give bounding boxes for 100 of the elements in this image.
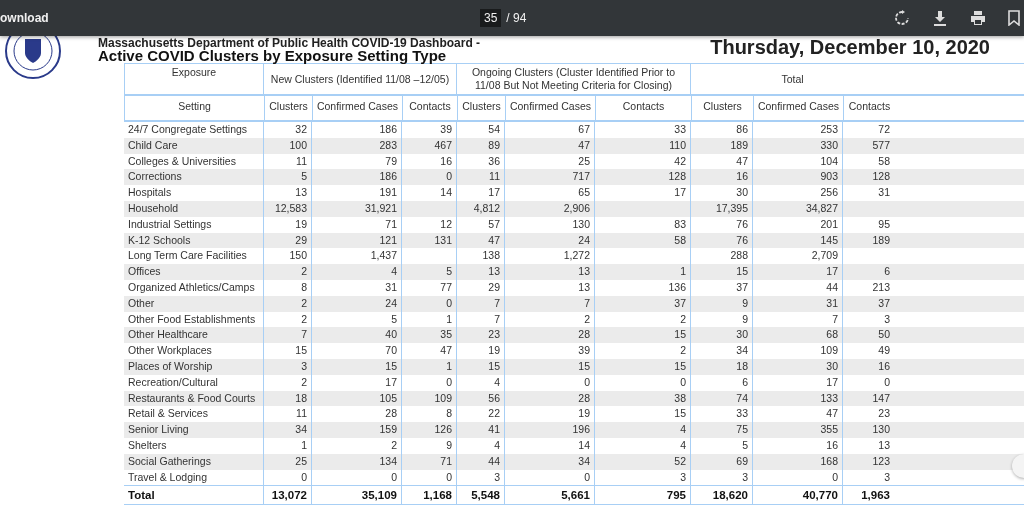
- table-cell: 31: [312, 279, 402, 296]
- table-cell: 83: [595, 216, 691, 233]
- download-icon[interactable]: [932, 10, 948, 26]
- table-cell: 15: [505, 358, 595, 375]
- table-cell: 9: [691, 295, 753, 312]
- bookmark-icon[interactable]: [1008, 10, 1020, 26]
- table-cell: 12,583: [264, 201, 312, 217]
- table-cell: 25: [264, 453, 312, 470]
- table-cell: 4: [457, 437, 505, 454]
- table-cell: 15: [595, 327, 691, 344]
- table-cell: 196: [505, 422, 595, 438]
- table-cell: 57: [457, 216, 505, 233]
- table-cell: 131: [402, 232, 457, 249]
- table-cell: 17: [753, 264, 843, 280]
- table-cell: 15: [595, 358, 691, 375]
- column-header: Clusters: [265, 96, 313, 120]
- table-cell: 9: [402, 437, 457, 454]
- table-cell: 32: [264, 122, 312, 138]
- total-cell: 18,620: [691, 486, 753, 505]
- table-cell: 47: [457, 232, 505, 249]
- table-cell: 7: [457, 295, 505, 312]
- table-cell: 1: [595, 264, 691, 280]
- table-cell: 71: [402, 453, 457, 470]
- table-cell: 109: [753, 343, 843, 359]
- table-cell-text: 3: [883, 469, 891, 485]
- table-cell: 110: [595, 137, 691, 154]
- rotate-icon[interactable]: [894, 10, 910, 26]
- table-cell-text: 50: [877, 327, 891, 343]
- table-cell: 86: [691, 122, 753, 138]
- table-cell: 189: [691, 137, 753, 154]
- table-cell: 2,906: [505, 201, 595, 217]
- column-group-header: Exposure: [124, 64, 264, 94]
- table-cell: 31,921: [312, 201, 402, 217]
- column-header: Clusters: [692, 96, 754, 120]
- setting-cell: Places of Worship: [124, 358, 264, 375]
- table-cell-text: 128: [871, 169, 891, 185]
- table-cell: 186: [312, 122, 402, 138]
- column-header: Contacts: [847, 99, 892, 114]
- table-cell: 28: [505, 327, 595, 344]
- table-cell: 77: [402, 279, 457, 296]
- print-icon[interactable]: [970, 10, 986, 26]
- table-cell: 186: [312, 169, 402, 186]
- table-cell: 76: [691, 216, 753, 233]
- table-cell: 2: [264, 295, 312, 312]
- total-cell: 13,072: [264, 486, 312, 505]
- table-cell: 3: [457, 469, 505, 486]
- table-cell: 24: [505, 232, 595, 249]
- table-cell: 17: [753, 374, 843, 391]
- table-cell: 13: [505, 264, 595, 280]
- column-header: Contacts: [403, 96, 458, 120]
- column-header: Clusters: [458, 96, 506, 120]
- table-cell: 2: [595, 343, 691, 359]
- table-cell: 145: [753, 232, 843, 249]
- table-cell: 37: [691, 279, 753, 296]
- page-number-field[interactable]: 35: [480, 9, 502, 27]
- table-cell: 41: [457, 422, 505, 438]
- table-cell: 4: [457, 374, 505, 391]
- table-cell: 3: [691, 469, 753, 486]
- table-cell: 2: [264, 264, 312, 280]
- table-cell: 17,395: [691, 201, 753, 217]
- table-cell: 15: [691, 264, 753, 280]
- table-cell: 44: [457, 453, 505, 470]
- total-cell: 35,109: [312, 486, 402, 505]
- table-cell: 3: [595, 469, 691, 486]
- setting-cell: Restaurants & Food Courts: [124, 390, 264, 407]
- table-cell: 128: [595, 169, 691, 186]
- table-cell: 14: [402, 185, 457, 201]
- table-cell: 191: [312, 185, 402, 201]
- table-cell-text: 95: [877, 216, 891, 232]
- table-cell: 33: [595, 122, 691, 138]
- table-title: Active COVID Clusters by Exposure Setting Type: [98, 49, 448, 63]
- setting-cell: Corrections: [124, 169, 264, 186]
- table-cell: 121: [312, 232, 402, 249]
- table-cell: 65: [505, 185, 595, 201]
- total-cell: 5,548: [457, 486, 505, 505]
- table-cell: 11: [457, 169, 505, 186]
- table-cell: 13: [505, 279, 595, 296]
- table-cell: 0: [595, 374, 691, 391]
- table-cell: 19: [264, 216, 312, 233]
- column-header: Contacts: [596, 96, 692, 120]
- table-cell: 23: [457, 327, 505, 344]
- table-cell: 89: [457, 137, 505, 154]
- setting-cell: Organized Athletics/Camps: [124, 279, 264, 296]
- table-cell: 4: [595, 437, 691, 454]
- table-cell: 18: [691, 358, 753, 375]
- table-cell: 7: [264, 327, 312, 344]
- table-cell: 16: [691, 169, 753, 186]
- table-cell: 201: [753, 216, 843, 233]
- table-cell: 13: [264, 185, 312, 201]
- table-cell: 69: [691, 453, 753, 470]
- table-cell: 0: [264, 469, 312, 486]
- agency-title: Massachusetts Department of Public Health COVID-19 Dashboard -: [98, 37, 481, 49]
- table-cell: 67: [505, 122, 595, 138]
- table-cell: 17: [312, 374, 402, 391]
- table-cell: 37: [595, 295, 691, 312]
- setting-cell: 24/7 Congregate Settings: [124, 122, 264, 138]
- column-group-header: Ongoing Clusters (Cluster Identified Prior to 11/08 But Not Meeting Criteria for Closing): [457, 64, 691, 94]
- table-cell: 126: [402, 422, 457, 438]
- table-cell-text: 3: [883, 311, 891, 327]
- table-cell: 133: [753, 390, 843, 407]
